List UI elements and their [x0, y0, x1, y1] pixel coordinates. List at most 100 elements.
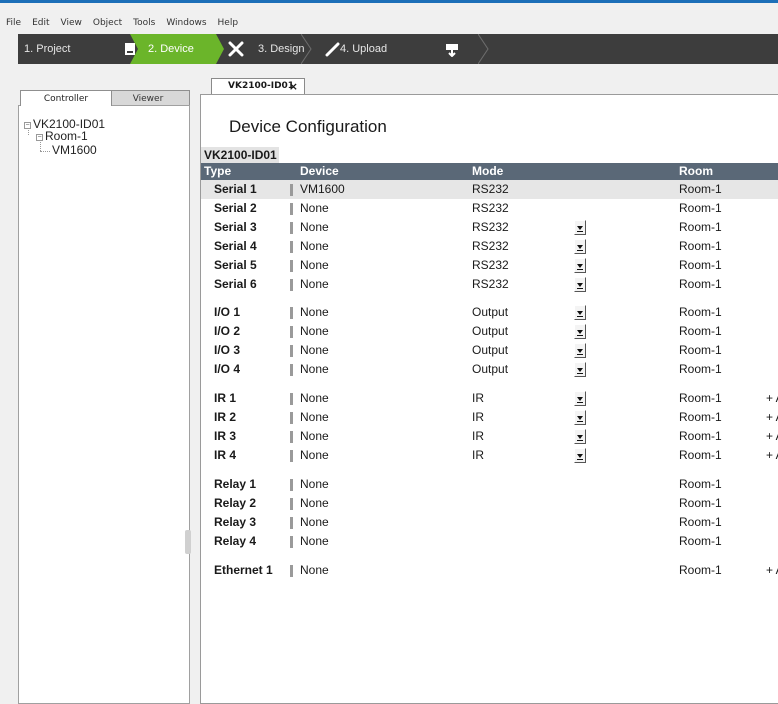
- room-cell[interactable]: Room-1: [679, 561, 722, 580]
- room-cell[interactable]: Room-1: [679, 303, 722, 322]
- room-cell[interactable]: Room-1: [679, 475, 722, 494]
- tab-controller[interactable]: Controller: [20, 90, 112, 106]
- table-row[interactable]: Serial 5 None RS232 Room-1: [201, 256, 778, 275]
- device-cell[interactable]: None: [300, 427, 329, 446]
- menu-help[interactable]: Help: [212, 14, 244, 32]
- room-cell[interactable]: Room-1: [679, 180, 722, 199]
- device-cell[interactable]: None: [300, 256, 329, 275]
- room-cell[interactable]: Room-1: [679, 494, 722, 513]
- mode-dropdown-button[interactable]: [574, 324, 586, 339]
- mode-dropdown-button[interactable]: [574, 391, 586, 406]
- room-cell[interactable]: Room-1: [679, 446, 722, 465]
- mode-dropdown-button[interactable]: [574, 410, 586, 425]
- device-cell[interactable]: None: [300, 408, 329, 427]
- menu-tools[interactable]: Tools: [127, 14, 160, 32]
- add-action-link[interactable]: + A: [766, 389, 778, 408]
- add-action-link[interactable]: + A: [766, 446, 778, 465]
- tree-item-device[interactable]: VM1600: [52, 143, 97, 157]
- table-row[interactable]: Serial 1 VM1600 RS232 Room-1: [201, 180, 778, 199]
- add-action-link[interactable]: + A: [766, 561, 778, 580]
- document-tab[interactable]: VK2100-ID01 ×: [211, 78, 305, 95]
- room-cell[interactable]: Room-1: [679, 532, 722, 551]
- step-design[interactable]: 3. Design: [258, 34, 304, 64]
- device-cell[interactable]: None: [300, 494, 329, 513]
- tab-viewer[interactable]: Viewer: [106, 90, 190, 106]
- close-icon[interactable]: ×: [289, 79, 298, 94]
- table-row[interactable]: IR 3 None IR Room-1 + A: [201, 427, 778, 446]
- add-action-link[interactable]: + A: [766, 408, 778, 427]
- device-cell[interactable]: None: [300, 303, 329, 322]
- step-device[interactable]: 2. Device: [148, 34, 194, 64]
- device-cell[interactable]: None: [300, 360, 329, 379]
- table-row[interactable]: Serial 3 None RS232 Room-1: [201, 218, 778, 237]
- room-cell[interactable]: Room-1: [679, 341, 722, 360]
- table-row[interactable]: IR 2 None IR Room-1 + A: [201, 408, 778, 427]
- table-row[interactable]: Ethernet 1 None Room-1 + A: [201, 561, 778, 580]
- room-cell[interactable]: Room-1: [679, 427, 722, 446]
- table-row[interactable]: Serial 4 None RS232 Room-1: [201, 237, 778, 256]
- device-cell[interactable]: None: [300, 389, 329, 408]
- device-cell[interactable]: None: [300, 513, 329, 532]
- room-cell[interactable]: Room-1: [679, 275, 722, 294]
- tree-connector: [28, 130, 29, 135]
- device-cell[interactable]: VM1600: [300, 180, 345, 199]
- mode-dropdown-button[interactable]: [574, 258, 586, 273]
- project-tree-panel: − VK2100-ID01 − Room-1 VM1600: [18, 105, 190, 704]
- table-row[interactable]: Relay 4 None Room-1: [201, 532, 778, 551]
- room-cell[interactable]: Room-1: [679, 408, 722, 427]
- add-action-link[interactable]: + A: [766, 427, 778, 446]
- mode-dropdown-button[interactable]: [574, 305, 586, 320]
- mode-dropdown-button[interactable]: [574, 239, 586, 254]
- mode-dropdown-button[interactable]: [574, 448, 586, 463]
- menu-file[interactable]: File: [0, 14, 26, 32]
- table-row[interactable]: Relay 3 None Room-1: [201, 513, 778, 532]
- tree-item-room[interactable]: − Room-1: [36, 129, 88, 143]
- panel-splitter-handle[interactable]: [185, 530, 191, 554]
- table-row[interactable]: I/O 3 None Output Room-1: [201, 341, 778, 360]
- menu-object[interactable]: Object: [87, 14, 127, 32]
- device-cell[interactable]: None: [300, 199, 329, 218]
- table-row[interactable]: IR 1 None IR Room-1 + A: [201, 389, 778, 408]
- device-cell[interactable]: None: [300, 446, 329, 465]
- table-row[interactable]: IR 4 None IR Room-1 + A: [201, 446, 778, 465]
- table-row[interactable]: Relay 2 None Room-1: [201, 494, 778, 513]
- device-cell[interactable]: None: [300, 475, 329, 494]
- room-cell[interactable]: Room-1: [679, 360, 722, 379]
- port-type: Ethernet 1: [214, 563, 273, 577]
- mode-dropdown-button[interactable]: [574, 220, 586, 235]
- menu-windows[interactable]: Windows: [160, 14, 211, 32]
- device-cell-marker: [290, 326, 293, 338]
- menu-edit[interactable]: Edit: [26, 14, 54, 32]
- mode-dropdown-button[interactable]: [574, 343, 586, 358]
- room-cell[interactable]: Room-1: [679, 513, 722, 532]
- mode-dropdown-button[interactable]: [574, 362, 586, 377]
- device-cell[interactable]: None: [300, 341, 329, 360]
- device-cell[interactable]: None: [300, 218, 329, 237]
- step-upload[interactable]: 4. Upload: [340, 34, 387, 64]
- device-cell[interactable]: None: [300, 237, 329, 256]
- device-cell[interactable]: None: [300, 532, 329, 551]
- controller-label: VK2100-ID01: [201, 147, 279, 163]
- device-cell[interactable]: None: [300, 275, 329, 294]
- mode-dropdown-button[interactable]: [574, 429, 586, 444]
- table-row[interactable]: I/O 4 None Output Room-1: [201, 360, 778, 379]
- table-row[interactable]: Serial 6 None RS232 Room-1: [201, 275, 778, 294]
- mode-dropdown-button[interactable]: [574, 277, 586, 292]
- room-cell[interactable]: Room-1: [679, 389, 722, 408]
- mode-cell: IR: [472, 410, 484, 424]
- device-cell[interactable]: None: [300, 322, 329, 341]
- room-cell[interactable]: Room-1: [679, 256, 722, 275]
- collapse-icon[interactable]: −: [24, 122, 31, 129]
- room-cell[interactable]: Room-1: [679, 199, 722, 218]
- menu-view[interactable]: View: [55, 14, 87, 32]
- table-row[interactable]: I/O 1 None Output Room-1: [201, 303, 778, 322]
- room-cell[interactable]: Room-1: [679, 218, 722, 237]
- table-row[interactable]: Serial 2 None RS232 Room-1: [201, 199, 778, 218]
- room-cell[interactable]: Room-1: [679, 322, 722, 341]
- room-cell[interactable]: Room-1: [679, 237, 722, 256]
- device-cell[interactable]: None: [300, 561, 329, 580]
- table-row[interactable]: I/O 2 None Output Room-1: [201, 322, 778, 341]
- step-project[interactable]: 1. Project: [24, 34, 70, 64]
- table-row[interactable]: Relay 1 None Room-1: [201, 475, 778, 494]
- collapse-icon[interactable]: −: [36, 134, 43, 141]
